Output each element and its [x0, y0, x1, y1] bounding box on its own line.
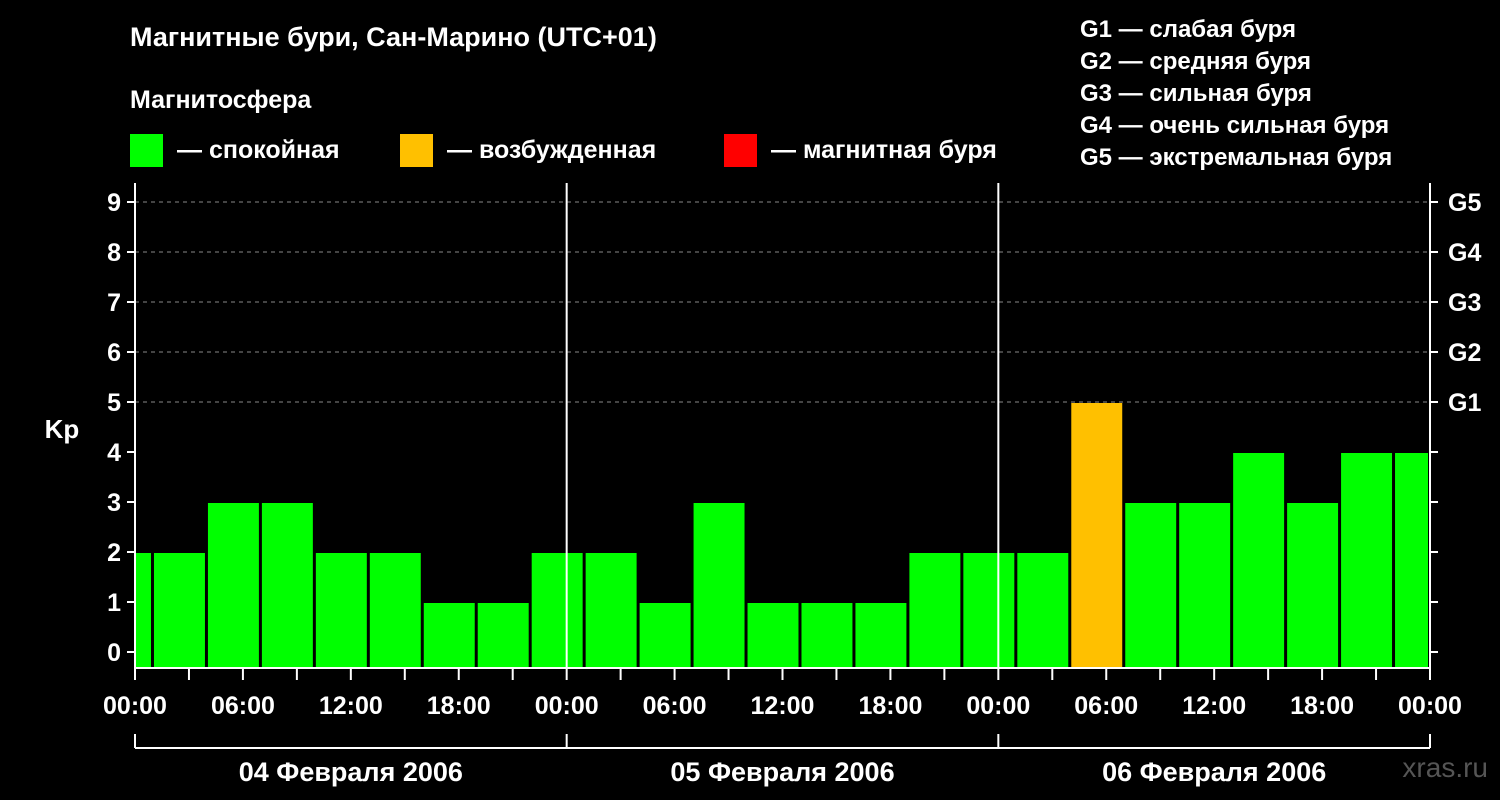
x-tick-label: 06:00 — [211, 692, 275, 720]
kp-bar — [477, 603, 529, 667]
kp-bar — [1395, 453, 1428, 667]
kp-chart: 0 1 2 3 4 5 6 7 8 9 G1 G2 G3 G4 G5 Kp 00:00 06:00 12:00 18:… — [45, 183, 1481, 787]
kp-bar — [261, 503, 313, 667]
storm-level-tick-label: G5 — [1448, 189, 1481, 217]
kp-bar — [855, 603, 907, 667]
kp-bar — [909, 553, 961, 667]
day-label: 06 Февраля 2006 — [1102, 757, 1326, 787]
kp-bar — [963, 553, 1015, 667]
y-axis-label: Kp — [45, 414, 80, 444]
y-tick-label: 0 — [107, 639, 121, 667]
y-tick-label: 7 — [107, 289, 121, 317]
kp-bar — [801, 603, 853, 667]
kp-bar — [693, 503, 745, 667]
x-tick-label: 18:00 — [1290, 692, 1354, 720]
y-tick-label: 1 — [107, 589, 121, 617]
storm-level-tick-label: G2 — [1448, 339, 1481, 367]
kp-bar — [747, 603, 799, 667]
storm-level-tick-label: G3 — [1448, 289, 1481, 317]
x-tick-label: 06:00 — [643, 692, 707, 720]
day-label: 05 Февраля 2006 — [670, 757, 894, 787]
x-tick-label: 12:00 — [751, 692, 815, 720]
y-tick-label: 4 — [107, 439, 121, 467]
kp-bar — [153, 553, 205, 667]
y-tick-label: 3 — [107, 489, 121, 517]
x-tick-label: 00:00 — [966, 692, 1030, 720]
x-tick-label: 18:00 — [427, 692, 491, 720]
y-tick-label: 5 — [107, 389, 121, 417]
x-tick-label: 18:00 — [858, 692, 922, 720]
storm-level-tick-label: G1 — [1448, 389, 1481, 417]
kp-bar — [1233, 453, 1285, 667]
kp-bar — [315, 553, 367, 667]
x-tick-label: 00:00 — [1398, 692, 1462, 720]
kp-bar — [1287, 503, 1339, 667]
kp-bar — [1017, 553, 1069, 667]
x-tick-label: 12:00 — [319, 692, 383, 720]
x-tick-label: 00:00 — [103, 692, 167, 720]
kp-bar — [585, 553, 637, 667]
kp-bar — [531, 553, 583, 667]
kp-bar — [136, 553, 151, 667]
x-tick-label: 12:00 — [1182, 692, 1246, 720]
kp-bar — [423, 603, 475, 667]
y-tick-label: 6 — [107, 339, 121, 367]
kp-bar — [207, 503, 259, 667]
day-label: 04 Февраля 2006 — [239, 757, 463, 787]
y-tick-label: 9 — [107, 189, 121, 217]
kp-bar — [1071, 403, 1123, 667]
y-tick-label: 8 — [107, 239, 121, 267]
kp-bar — [1179, 503, 1231, 667]
x-tick-label: 06:00 — [1074, 692, 1138, 720]
kp-bar — [1125, 503, 1177, 667]
kp-bar — [369, 553, 421, 667]
kp-bar — [639, 603, 691, 667]
x-tick-label: 00:00 — [535, 692, 599, 720]
y-tick-label: 2 — [107, 539, 121, 567]
kp-bar — [1341, 453, 1393, 667]
storm-level-tick-label: G4 — [1448, 239, 1481, 267]
watermark: xras.ru — [1402, 752, 1488, 783]
